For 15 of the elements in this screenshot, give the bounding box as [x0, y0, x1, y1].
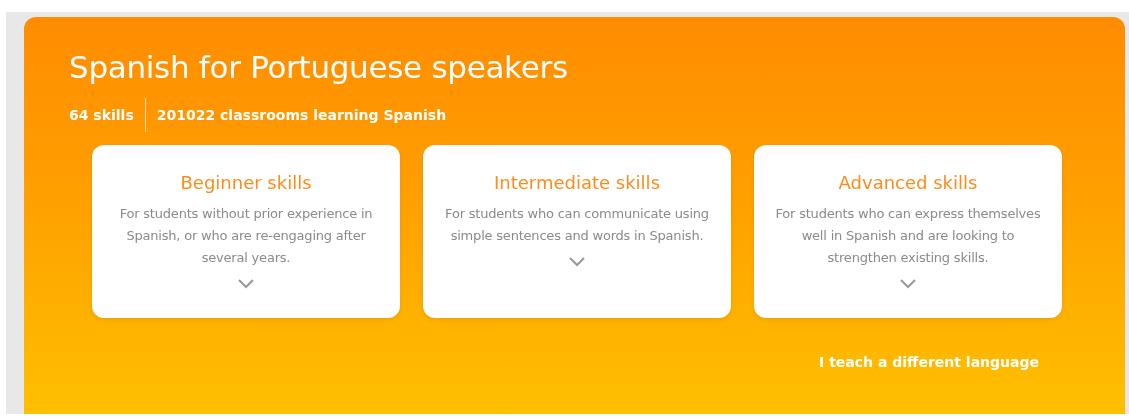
level-title: Beginner skills [180, 171, 312, 195]
course-title: Spanish for Portuguese speakers [69, 48, 569, 87]
course-stat: 64 skills [69, 98, 146, 132]
level-card[interactable]: Beginner skills For students without prior experience in Spanish, or who are re-engaging after several years. [92, 145, 400, 318]
chevron-down-icon[interactable] [238, 279, 254, 289]
level-card[interactable]: Intermediate skills For students who can communicate using simple sentences and words in Spanish. [423, 145, 731, 318]
chevron-down-icon[interactable] [569, 257, 585, 267]
course-stat: 201022 classrooms learning Spanish [155, 106, 448, 125]
level-description: For students without prior experience in Spanish, or who are re-engaging after several years. [118, 205, 374, 267]
level-description: For students who can express themselves well in Spanish and are looking to strengthen existing skills. [774, 205, 1042, 267]
level-title: Intermediate skills [493, 171, 660, 195]
chevron-down-icon[interactable] [900, 279, 916, 289]
level-card[interactable]: Advanced skills For students who can express themselves well in Spanish and are looking to strengthen existing skills. [754, 145, 1062, 318]
level-title: Advanced skills [838, 171, 978, 195]
level-description: For students who can communicate using simple sentences and words in Spanish. [444, 205, 710, 245]
